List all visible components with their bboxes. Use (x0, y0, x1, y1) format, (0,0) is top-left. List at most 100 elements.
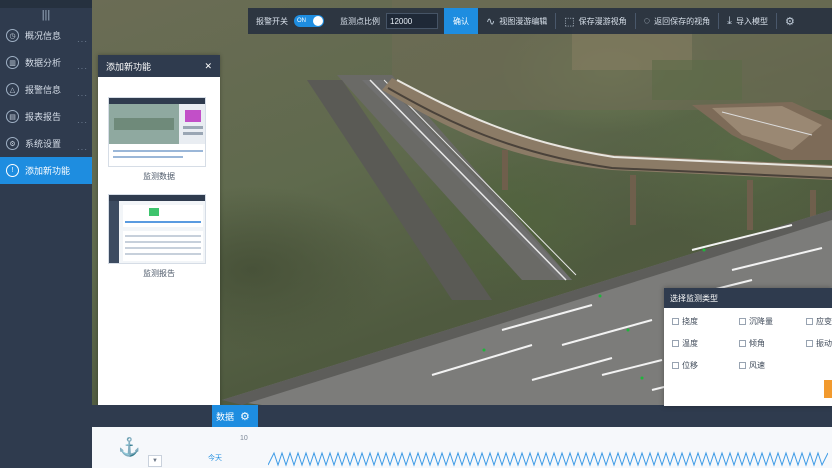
sidebar-item-label: 报警信息 (25, 85, 62, 95)
more-dots-icon: ··· (77, 118, 88, 127)
sidebar-topbar (0, 0, 92, 8)
y-axis-tick: 10 (240, 435, 248, 442)
sidebar-item-label: 添加新功能 (25, 166, 71, 176)
return-icon: ◌ (643, 15, 651, 27)
anchor-icon[interactable]: ⚓ (118, 437, 140, 458)
sidebar-item-settings[interactable]: ⚙ 系统设置 ··· (0, 130, 92, 157)
panel-header: 添加新功能 ✕ (98, 55, 220, 77)
toolbar-divider (776, 13, 778, 29)
sparkline-wave (268, 451, 828, 467)
toolbar-divider (718, 13, 720, 29)
more-dots-icon: ··· (77, 145, 88, 154)
report-icon: ▤ (6, 110, 19, 123)
sidebar-item-add-feature[interactable]: ! 添加新功能 (0, 157, 92, 184)
save-icon: ⬚ (564, 15, 575, 28)
feature-card-monitoring-data[interactable] (108, 97, 206, 167)
checkbox-icon (739, 318, 746, 325)
option-checkbox[interactable]: 应变 (806, 316, 832, 327)
roam-edit-button[interactable]: ∿ 视图漫游编辑 (486, 15, 547, 28)
gauge-icon: ◷ (6, 29, 19, 42)
tab-data[interactable]: 数据 ⚙ (212, 405, 258, 427)
checkbox-icon (806, 340, 813, 347)
settings-button[interactable]: ⚙ (785, 15, 799, 28)
settings-gear-icon[interactable]: ⚙ (240, 410, 250, 423)
sidebar-nav: ◷ 概况信息 ··· ▥ 数据分析 ··· △ 报警信息 ··· ▤ 报表报告 … (0, 22, 92, 184)
bottom-tabbar (92, 405, 832, 427)
option-label: 应变 (816, 317, 832, 326)
scale-input[interactable] (386, 13, 438, 29)
sidebar-item-reports[interactable]: ▤ 报表报告 ··· (0, 103, 92, 130)
option-checkbox[interactable]: 温度 (672, 338, 698, 349)
checkbox-icon (739, 340, 746, 347)
save-view-button[interactable]: ⬚ 保存漫游视角 (564, 15, 626, 28)
roam-edit-label: 视图漫游编辑 (499, 16, 548, 26)
return-view-label: 返回保存的视角 (654, 16, 711, 26)
option-label: 温度 (682, 339, 698, 348)
option-label: 倾角 (749, 339, 765, 348)
chevron-down-icon[interactable]: ▼ (148, 455, 162, 467)
import-model-label: 导入模型 (736, 16, 769, 26)
sidebar-item-overview[interactable]: ◷ 概况信息 ··· (0, 22, 92, 49)
option-checkbox[interactable]: 振动 (806, 338, 832, 349)
toolbar-divider (634, 13, 636, 29)
panel-body: 监测数据 监测报告 (98, 77, 220, 287)
sidebar-item-alarms[interactable]: △ 报警信息 ··· (0, 76, 92, 103)
sidebar-item-analysis[interactable]: ▥ 数据分析 ··· (0, 49, 92, 76)
alert-switch-label: 报警开关 (256, 16, 288, 26)
option-label: 振动 (816, 339, 832, 348)
warning-icon: △ (6, 83, 19, 96)
checkbox-icon (739, 362, 746, 369)
confirm-button[interactable] (824, 380, 832, 398)
today-link[interactable]: 今天 (208, 453, 222, 463)
alert-toggle[interactable]: ON (294, 15, 324, 27)
option-checkbox[interactable]: 风速 (739, 360, 765, 371)
more-dots-icon: ··· (77, 91, 88, 100)
confirm-button[interactable]: 确认 (444, 8, 478, 34)
option-checkbox[interactable]: 位移 (672, 360, 698, 371)
scale-label: 监测点比例 (340, 16, 380, 26)
feature-card-monitoring-report[interactable] (108, 194, 206, 264)
import-model-button[interactable]: ⤓ 导入模型 (727, 15, 768, 28)
checkbox-icon (672, 362, 679, 369)
checkbox-icon (672, 318, 679, 325)
checkbox-icon (672, 340, 679, 347)
option-label: 沉降量 (749, 317, 773, 326)
option-checkbox[interactable]: 挠度 (672, 316, 698, 327)
dashboard-thumbnail-icon (109, 98, 205, 166)
option-label: 风速 (749, 361, 765, 370)
toolbar-divider (555, 13, 557, 29)
popup-title: 选择监测类型 (664, 288, 832, 308)
gear-icon: ⚙ (785, 15, 795, 28)
checkbox-icon (806, 318, 813, 325)
option-checkbox[interactable]: 倾角 (739, 338, 765, 349)
feature-card-caption: 监测报告 (143, 269, 175, 278)
sidebar: ||| ◷ 概况信息 ··· ▥ 数据分析 ··· △ 报警信息 ··· ▤ 报… (0, 0, 92, 468)
save-view-label: 保存漫游视角 (578, 16, 627, 26)
monitoring-type-popup: 选择监测类型 挠度 沉降量 应变 温度 倾角 振动 位移 风速 (664, 288, 832, 406)
add-feature-panel: 添加新功能 ✕ 监测数据 监测报告 (98, 55, 220, 445)
option-checkbox[interactable]: 沉降量 (739, 316, 773, 327)
sidebar-item-label: 概况信息 (25, 31, 62, 41)
sidebar-item-label: 数据分析 (25, 58, 62, 68)
bottom-data-strip: 数据 ⚙ ⚓ ▼ 10 今天 (92, 405, 832, 468)
gear-icon: ⚙ (6, 137, 19, 150)
feature-card-caption: 监测数据 (143, 172, 175, 181)
more-dots-icon: ··· (77, 37, 88, 46)
sidebar-item-label: 报表报告 (25, 112, 62, 122)
more-dots-icon: ··· (77, 64, 88, 73)
timeline-area: ⚓ ▼ 10 今天 (92, 427, 832, 468)
option-label: 位移 (682, 361, 698, 370)
close-icon[interactable]: ✕ (204, 61, 212, 72)
import-icon: ⤓ (727, 14, 733, 27)
top-toolbar: 报警开关 ON 监测点比例 确认 ∿ 视图漫游编辑 ⬚ 保存漫游视角 ◌ 返回保… (248, 8, 832, 34)
bar-chart-icon: ▥ (6, 56, 19, 69)
option-label: 挠度 (682, 317, 698, 326)
info-icon: ! (6, 164, 19, 177)
panel-title: 添加新功能 (106, 61, 152, 72)
sidebar-item-label: 系统设置 (25, 139, 62, 149)
wave-icon: ∿ (486, 15, 496, 28)
report-thumbnail-icon (109, 195, 205, 263)
tab-data-label: 数据 (216, 411, 235, 422)
option-grid: 挠度 沉降量 应变 温度 倾角 振动 位移 风速 (664, 308, 832, 370)
return-view-button[interactable]: ◌ 返回保存的视角 (644, 15, 711, 27)
